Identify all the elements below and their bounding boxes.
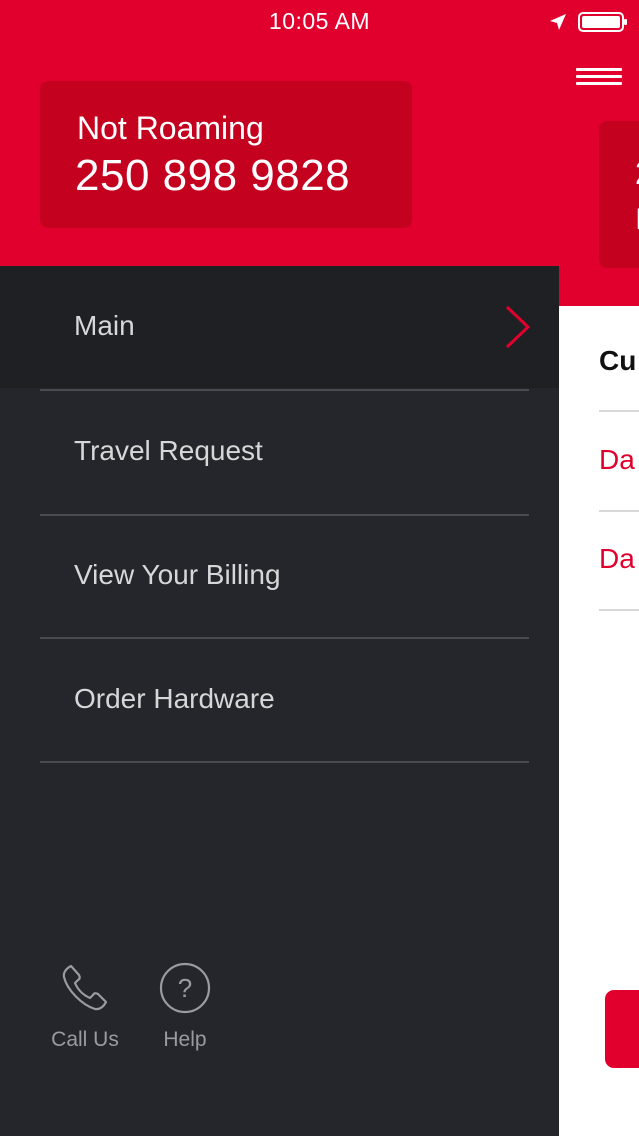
sidebar-item-label: Main [74,310,135,341]
sidebar-item-label: View Your Billing [74,559,281,590]
sidebar-item-label: Travel Request [74,435,263,466]
sidebar-item-order-hardware[interactable]: Order Hardware [0,639,559,761]
hamburger-menu-icon[interactable] [576,68,622,92]
chevron-right-icon [505,305,531,349]
sidebar-item-label: Order Hardware [74,683,275,714]
help-label: Help [163,1028,207,1051]
sidebar-item-main[interactable]: Main [0,266,559,388]
status-time: 10:05 AM [268,8,371,34]
peek-divider [599,609,639,611]
peek-card-number: 2 [635,155,639,192]
phone-icon [62,964,108,1011]
peek-row-2[interactable]: Da [599,543,635,575]
roaming-status: Not Roaming [77,110,264,146]
help-button[interactable]: ? Help [140,960,230,1052]
call-us-button[interactable]: Call Us [40,960,130,1052]
peek-action-button[interactable] [605,990,639,1068]
call-us-label: Call Us [51,1028,119,1051]
location-arrow-icon [550,14,566,30]
account-card: Not Roaming 250 898 9828 [40,81,412,228]
help-glyph: ? [178,973,192,1003]
phone-number: 250 898 9828 [75,151,351,200]
battery-icon [578,12,627,32]
peek-heading: Cu [599,345,637,376]
sidebar-item-travel-request[interactable]: Travel Request [0,391,559,513]
peek-card-bottom: I [635,203,639,237]
peek-divider [599,510,639,512]
peek-account-card: 2 I [599,121,639,268]
peek-divider [599,410,639,412]
peek-row-1[interactable]: Da [599,444,635,476]
sidebar-item-view-billing[interactable]: View Your Billing [0,515,559,637]
divider [40,761,529,763]
help-icon: ? [159,962,211,1014]
